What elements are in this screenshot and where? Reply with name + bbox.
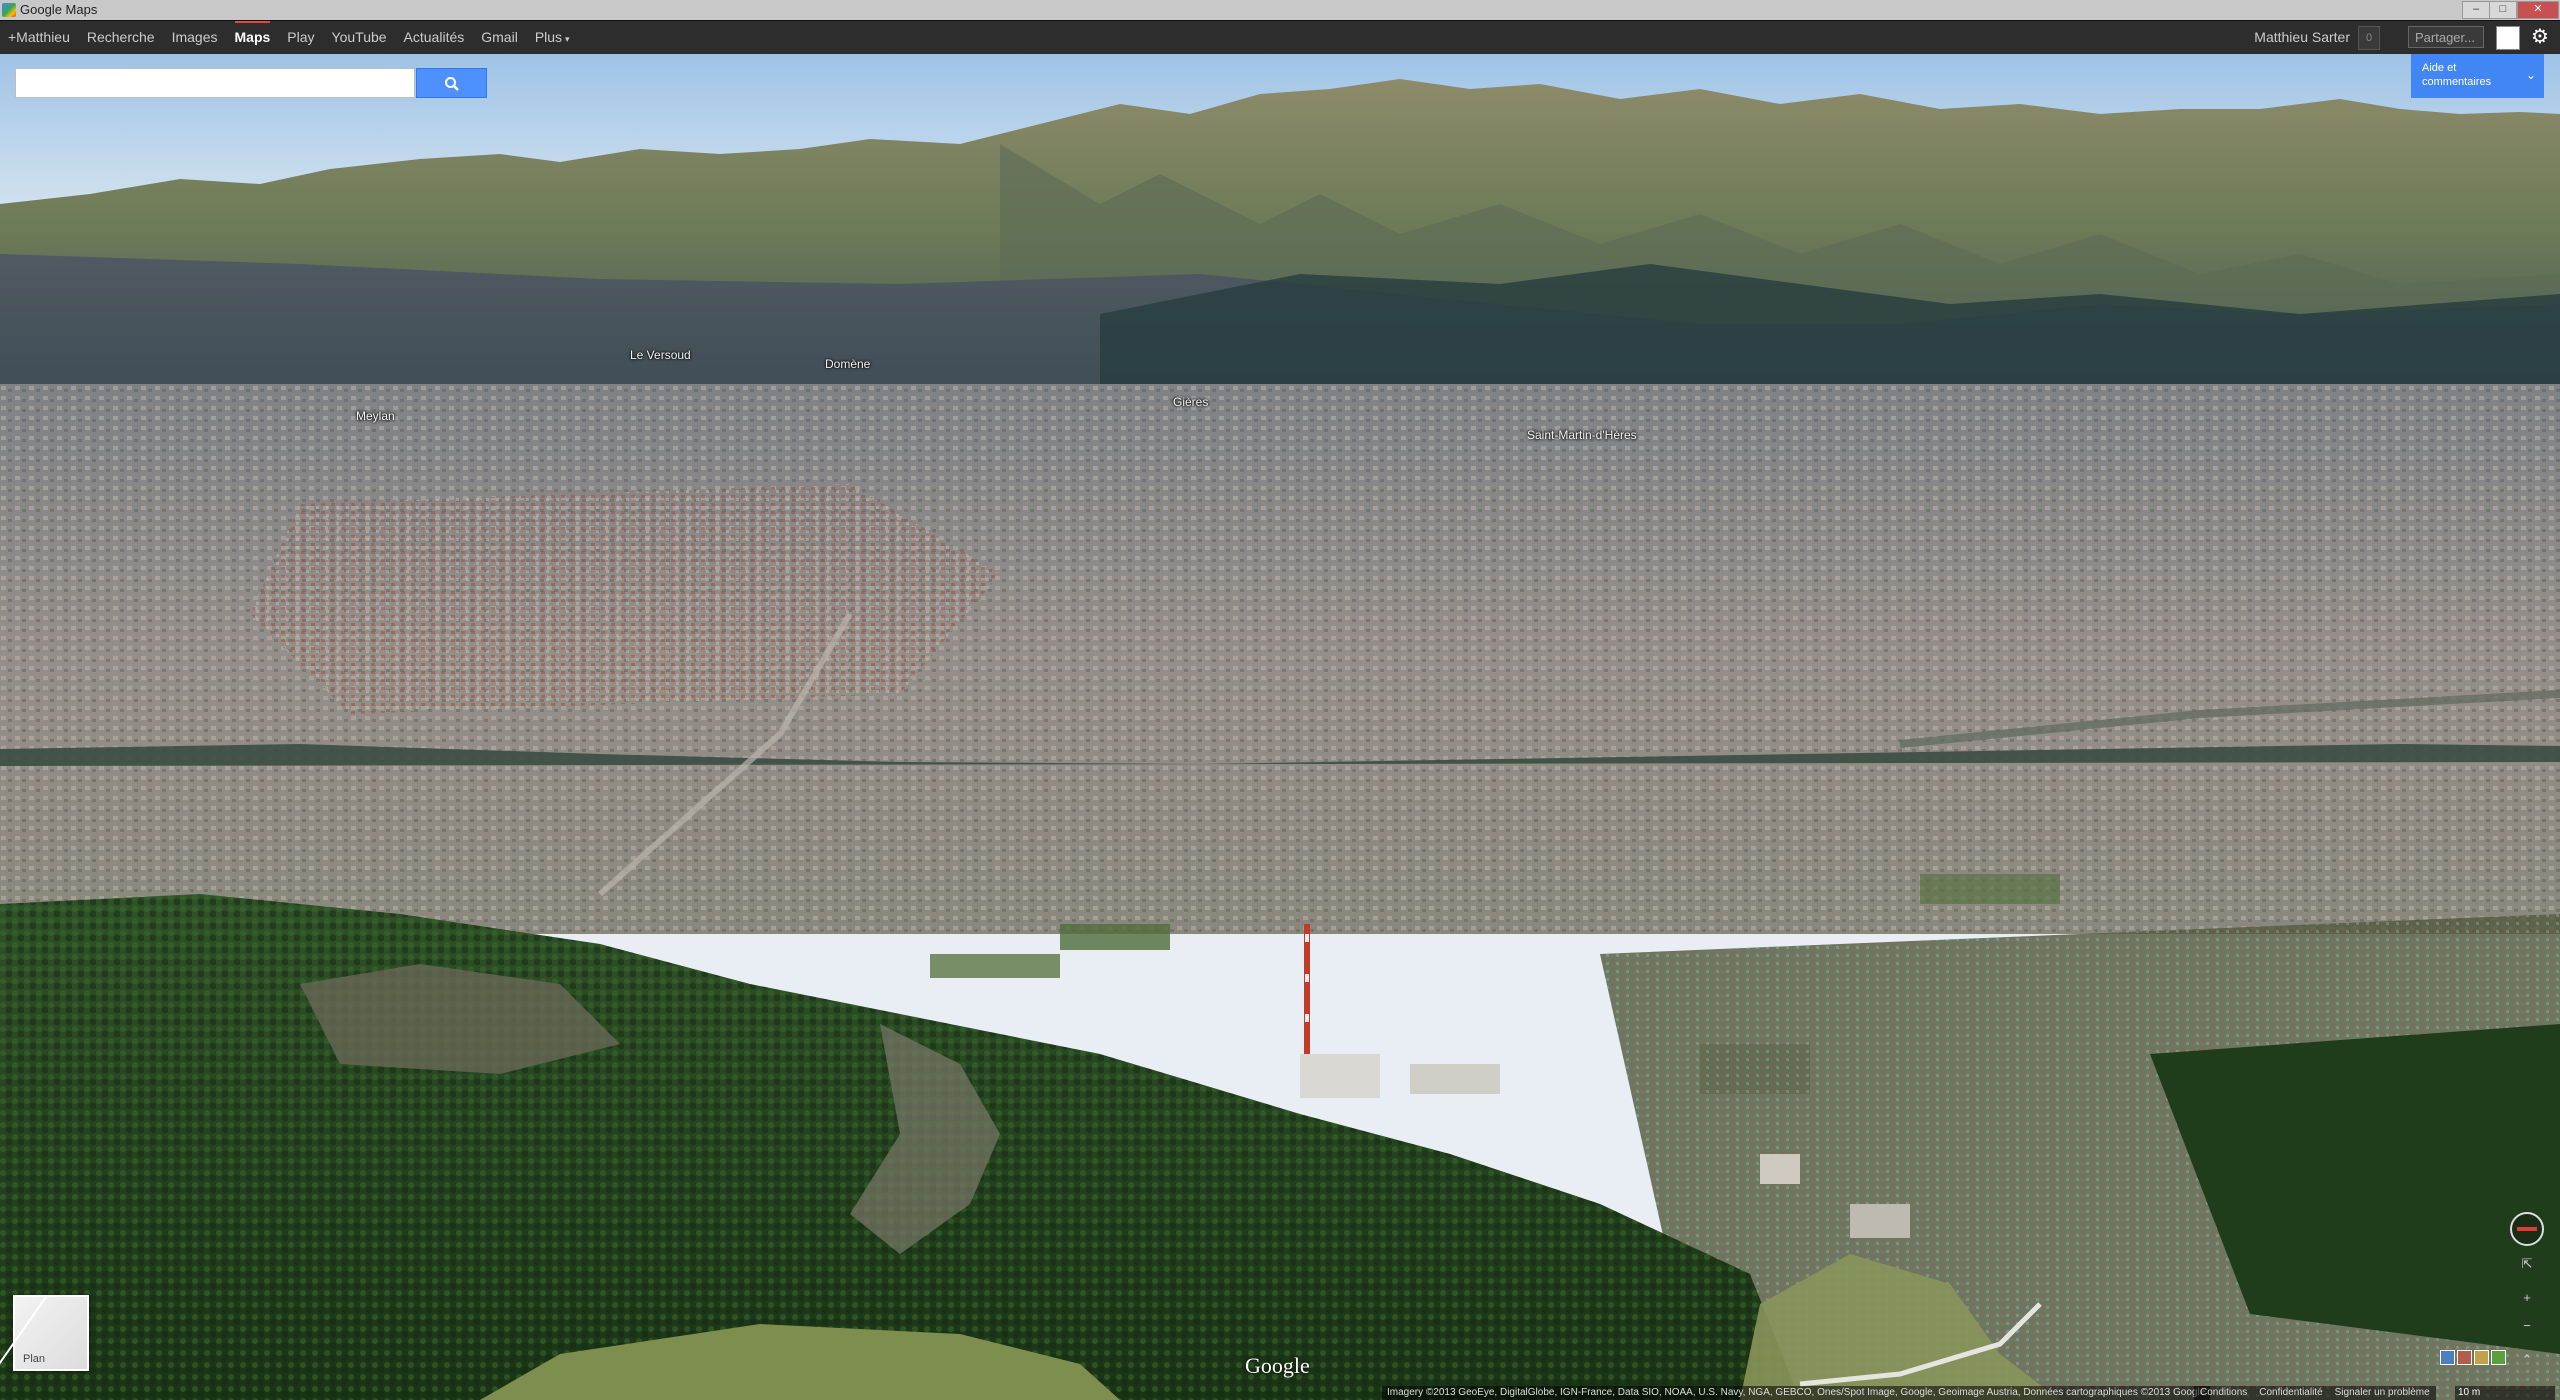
footer-link-confidentialite[interactable]: Confidentialité: [2259, 1386, 2322, 1400]
layer-terrain-icon[interactable]: [2491, 1350, 2506, 1365]
place-label-meylan[interactable]: Meylan: [356, 409, 395, 423]
compass-icon[interactable]: [2510, 1212, 2544, 1246]
zoom-in-button[interactable]: +: [2519, 1290, 2535, 1306]
nav-actualites[interactable]: Actualités: [404, 21, 465, 54]
window-titlebar: Google Maps – □ ✕: [0, 0, 2560, 20]
nav-play[interactable]: Play: [287, 21, 314, 54]
layer-webcams-icon[interactable]: [2457, 1350, 2472, 1365]
map-3d-view[interactable]: [0, 54, 2560, 1400]
chevron-down-icon: ⌄: [2525, 68, 2536, 82]
nav-plus-matthieu[interactable]: +Matthieu: [8, 21, 70, 54]
nav-recherche[interactable]: Recherche: [87, 21, 155, 54]
layer-labels-icon[interactable]: [2474, 1350, 2489, 1365]
avatar[interactable]: [2496, 26, 2520, 50]
map-scale: 10 m: [2455, 1386, 2555, 1400]
google-bar: +Matthieu Recherche Images Maps Play You…: [0, 20, 2560, 54]
collapse-controls-icon[interactable]: ⌃: [2519, 1352, 2535, 1368]
place-label-saint-martin-dheres[interactable]: Saint-Martin-d'Hères: [1527, 428, 1637, 442]
tilt-icon[interactable]: ⇱: [2519, 1256, 2535, 1272]
place-label-domene[interactable]: Domène: [825, 357, 870, 371]
place-label-le-versoud[interactable]: Le Versoud: [630, 348, 691, 362]
plan-map-switcher[interactable]: Plan: [13, 1295, 89, 1371]
close-button[interactable]: ✕: [2517, 1, 2559, 19]
nav-images[interactable]: Images: [172, 21, 218, 54]
google-nav: +Matthieu Recherche Images Maps Play You…: [8, 21, 587, 54]
user-name-link[interactable]: Matthieu Sarter: [2254, 21, 2350, 54]
nav-plus-menu[interactable]: Plus ▾: [535, 21, 570, 54]
maximize-button[interactable]: □: [2489, 1, 2517, 19]
nav-gmail[interactable]: Gmail: [481, 21, 518, 54]
gear-icon[interactable]: ⚙: [2528, 25, 2552, 49]
nav-youtube[interactable]: YouTube: [332, 21, 387, 54]
aerial-imagery: [0, 54, 2560, 1400]
footer-links: Conditions Confidentialité Signaler un p…: [2194, 1386, 2436, 1400]
help-feedback-button[interactable]: Aide et commentaires ⌄: [2411, 54, 2544, 98]
notification-count-button[interactable]: 0: [2358, 26, 2380, 50]
window-title: Google Maps: [20, 2, 98, 17]
zoom-out-button[interactable]: −: [2519, 1318, 2535, 1334]
nav-plus-label: Plus: [534, 29, 563, 45]
search-input[interactable]: [15, 68, 415, 98]
share-box[interactable]: Partager...: [2408, 26, 2484, 48]
layer-photos-icon[interactable]: [2440, 1350, 2455, 1365]
minimize-button[interactable]: –: [2462, 1, 2490, 19]
google-logo: Google: [1245, 1353, 1310, 1378]
nav-maps[interactable]: Maps: [234, 21, 270, 54]
place-label-gieres[interactable]: Gières: [1173, 395, 1208, 409]
imagery-attribution: Imagery ©2013 GeoEye, DigitalGlobe, IGN-…: [1382, 1386, 2211, 1400]
map-footer: Imagery ©2013 GeoEye, DigitalGlobe, IGN-…: [0, 1386, 2560, 1400]
layers-toggle[interactable]: [2440, 1350, 2506, 1365]
google-maps-app-icon: [2, 3, 16, 17]
search-button[interactable]: [416, 68, 487, 98]
plan-label: Plan: [23, 1353, 46, 1365]
footer-link-conditions[interactable]: Conditions: [2200, 1386, 2247, 1400]
chevron-down-icon: ▾: [565, 34, 570, 44]
footer-link-signaler-probleme[interactable]: Signaler un problème: [2335, 1386, 2430, 1400]
search-icon: [445, 77, 459, 91]
